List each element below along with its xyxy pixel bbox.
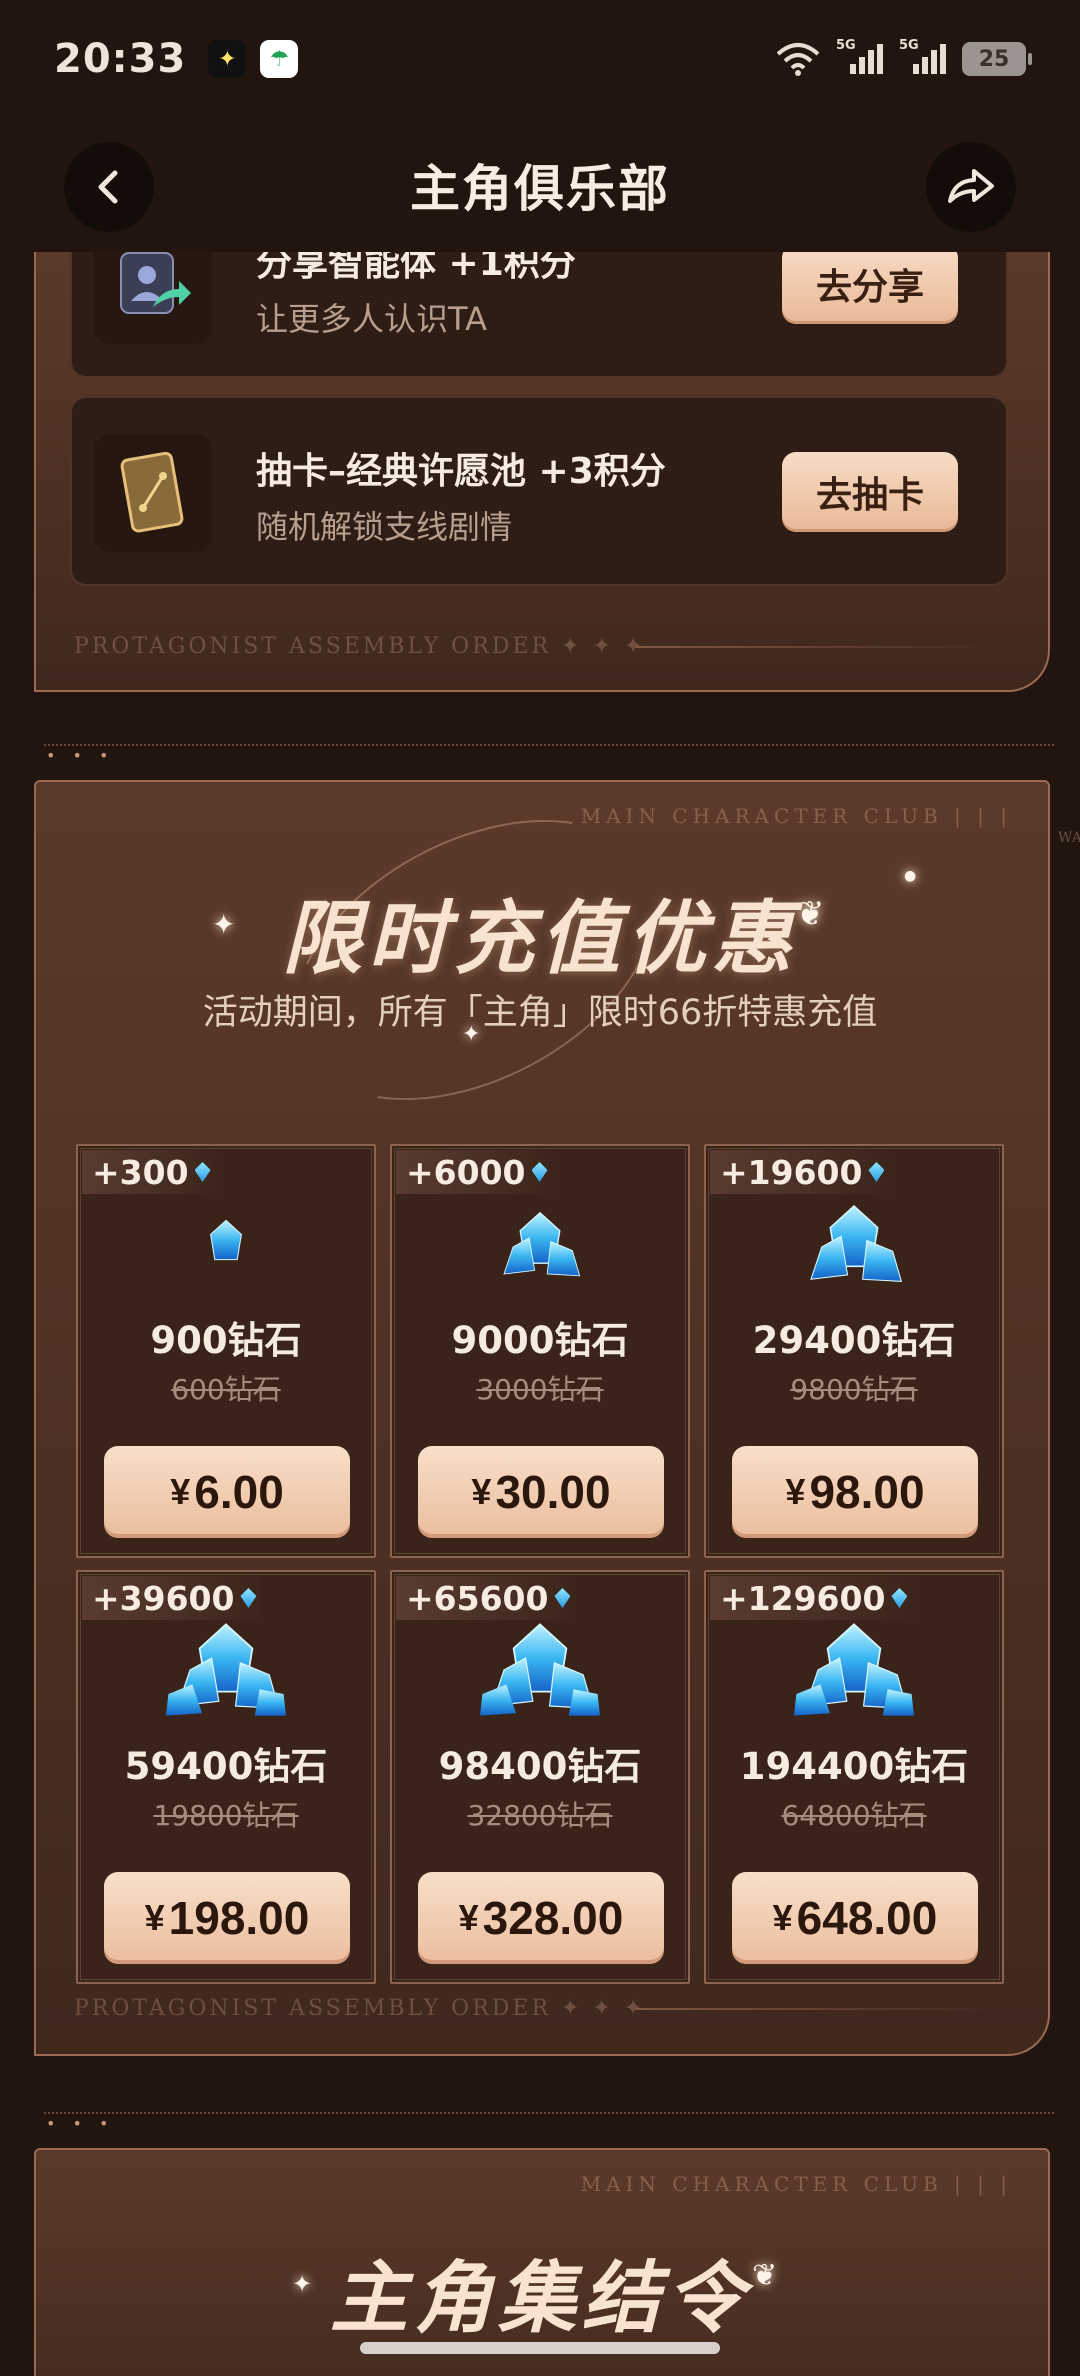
wifi-icon <box>776 43 820 76</box>
battery-icon: 25 <box>962 42 1032 76</box>
diamond-pile-icon <box>706 1204 1002 1290</box>
currency-symbol: ¥ <box>170 1471 191 1512</box>
promo-subtitle: 活动期间，所有「主角」限时66折特惠充值 <box>202 993 878 1033</box>
pack-price: 30.00 <box>495 1466 611 1518</box>
decoration-dots: • • • <box>46 746 115 765</box>
diamond-pile-icon <box>78 1204 374 1290</box>
nav-bar: 主角俱乐部 <box>0 118 1080 252</box>
recharge-pack[interactable]: +300 900钻石 600钻石 ¥6.00 <box>76 1144 376 1558</box>
currency-symbol: ¥ <box>144 1897 165 1938</box>
diamond-icon <box>868 1162 885 1182</box>
pack-original-amount: 600钻石 <box>171 1373 281 1406</box>
umbrella-app-icon: ☂ <box>260 40 299 78</box>
pack-bonus: +39600 <box>82 1576 267 1620</box>
task-draw-card: 抽卡–经典许愿池 +3积分 随机解锁支线剧情 去抽卡 <box>70 396 1008 586</box>
diamond-pile-icon <box>78 1622 374 1718</box>
divider <box>44 2112 1054 2114</box>
status-app-icons: ✦ ☂ <box>208 40 299 78</box>
pack-price: 328.00 <box>482 1892 624 1944</box>
share-arrow-icon <box>948 169 994 203</box>
diamond-icon <box>891 1588 908 1608</box>
buy-pack-button[interactable]: ¥328.00 <box>418 1872 664 1964</box>
diamond-pile-icon <box>392 1622 688 1718</box>
currency-symbol: ¥ <box>471 1471 492 1512</box>
frame-header-text: MAIN CHARACTER CLUB | | | <box>580 804 1012 828</box>
recharge-pack[interactable]: +19600 29400钻石 9800钻石 ¥98.00 <box>704 1144 1004 1558</box>
pack-original-amount: 3000钻石 <box>476 1373 604 1406</box>
task-subtitle: 随机解锁支线剧情 <box>256 508 513 546</box>
pack-amount: 29400钻石 <box>752 1319 956 1362</box>
diamond-icon <box>554 1588 571 1608</box>
task-title: 抽卡–经典许愿池 +3积分 <box>256 451 666 492</box>
pack-original-amount: 9800钻石 <box>790 1373 918 1406</box>
frame-footer-text: PROTAGONIST ASSEMBLY ORDER ✦ ✦ ✦ <box>74 1996 646 2021</box>
diamond-pile-icon <box>706 1622 1002 1718</box>
pack-amount: 900钻石 <box>150 1319 302 1362</box>
page-title: 主角俱乐部 <box>410 160 670 218</box>
section-title: 主角集结令 <box>329 2253 750 2344</box>
recharge-pack[interactable]: +6000 9000钻石 3000钻石 ¥30.00 <box>390 1144 690 1558</box>
chevron-left-icon <box>98 170 118 204</box>
pack-original-amount: 64800钻石 <box>781 1799 927 1832</box>
pack-price: 98.00 <box>809 1466 925 1518</box>
pack-amount: 194400钻石 <box>739 1745 969 1788</box>
frame-header-text: MAIN CHARACTER CLUB | | | <box>580 2172 1012 2196</box>
pack-price: 648.00 <box>796 1892 938 1944</box>
decoration-dots: • • • <box>46 2114 115 2133</box>
share-task-button[interactable]: 去分享 <box>782 244 958 324</box>
buy-pack-button[interactable]: ¥648.00 <box>732 1872 978 1964</box>
pack-bonus: +19600 <box>710 1150 895 1194</box>
pack-original-amount: 19800钻石 <box>153 1799 299 1832</box>
pack-price: 198.00 <box>168 1892 310 1944</box>
notification-app-icon: ✦ <box>208 40 247 78</box>
share-button[interactable] <box>926 142 1016 232</box>
back-button[interactable] <box>64 142 154 232</box>
pack-amount: 98400钻石 <box>438 1745 642 1788</box>
divider <box>636 646 996 648</box>
pack-bonus: +6000 <box>396 1150 558 1194</box>
pack-bonus: +300 <box>82 1150 221 1194</box>
currency-symbol: ¥ <box>785 1471 806 1512</box>
diamond-icon <box>240 1588 257 1608</box>
pack-original-amount: 32800钻石 <box>467 1799 613 1832</box>
recharge-pack[interactable]: +65600 98400钻石 32800钻石 ¥328.00 <box>390 1570 690 1984</box>
task-subtitle: 让更多人认识TA <box>256 300 487 338</box>
buy-pack-button[interactable]: ¥98.00 <box>732 1446 978 1538</box>
currency-symbol: ¥ <box>772 1897 793 1938</box>
buy-pack-button[interactable]: ¥6.00 <box>104 1446 350 1538</box>
recharge-pack[interactable]: +129600 194400钻石 64800钻石 ¥648.00 <box>704 1570 1004 1984</box>
pack-amount: 9000钻石 <box>451 1319 629 1362</box>
pack-bonus: +65600 <box>396 1576 581 1620</box>
status-right: 5G 5G 25 <box>776 38 1032 76</box>
diamond-icon <box>531 1162 548 1182</box>
pack-amount: 59400钻石 <box>124 1745 328 1788</box>
pack-bonus: +129600 <box>710 1576 918 1620</box>
pack-price: 6.00 <box>194 1466 284 1518</box>
buy-pack-button[interactable]: ¥198.00 <box>104 1872 350 1964</box>
frame-footer-text: PROTAGONIST ASSEMBLY ORDER ✦ ✦ ✦ <box>74 634 646 659</box>
status-time: 20:33 <box>54 36 187 82</box>
buy-pack-button[interactable]: ¥30.00 <box>418 1446 664 1538</box>
divider <box>636 2008 996 2010</box>
card-draw-icon <box>94 434 212 552</box>
status-bar: 20:33 ✦ ☂ 5G 5G 25 <box>0 0 1080 118</box>
signal-icon: 5G <box>836 38 883 74</box>
signal-icon: 5G <box>899 38 946 74</box>
divider <box>44 744 1054 746</box>
home-indicator[interactable] <box>360 2342 720 2354</box>
currency-symbol: ¥ <box>458 1897 479 1938</box>
recharge-pack[interactable]: +39600 59400钻石 19800钻石 ¥198.00 <box>76 1570 376 1984</box>
promo-title: 限时充值优惠 <box>282 891 798 985</box>
side-label: WARNING <box>1058 830 1080 846</box>
diamond-icon <box>194 1162 211 1182</box>
diamond-pile-icon <box>392 1204 688 1290</box>
draw-card-task-button[interactable]: 去抽卡 <box>782 452 958 532</box>
